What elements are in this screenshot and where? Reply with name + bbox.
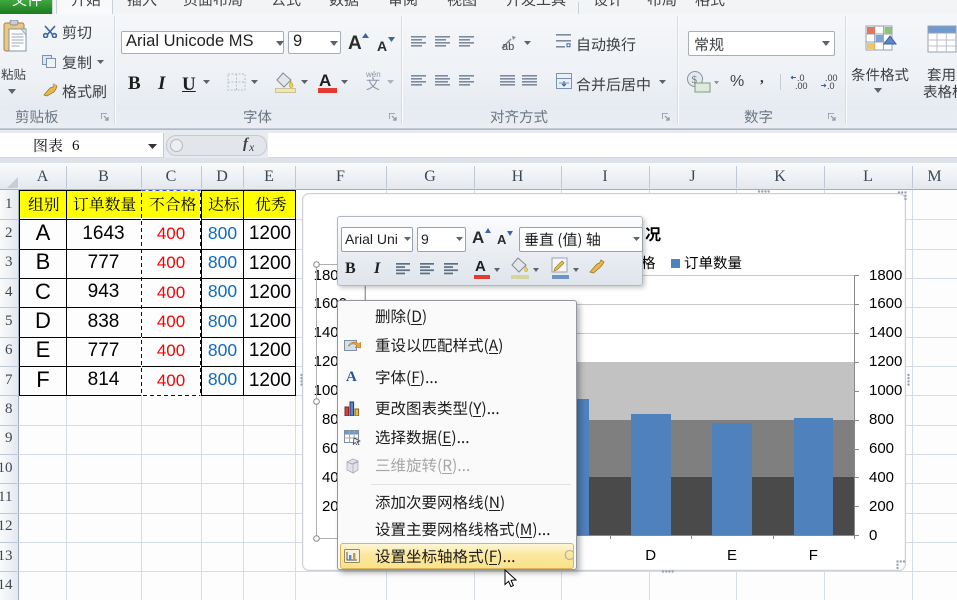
svg-text:.0: .0 bbox=[827, 81, 835, 90]
svg-text:.00: .00 bbox=[795, 81, 808, 90]
svg-text:ab: ab bbox=[502, 41, 514, 52]
